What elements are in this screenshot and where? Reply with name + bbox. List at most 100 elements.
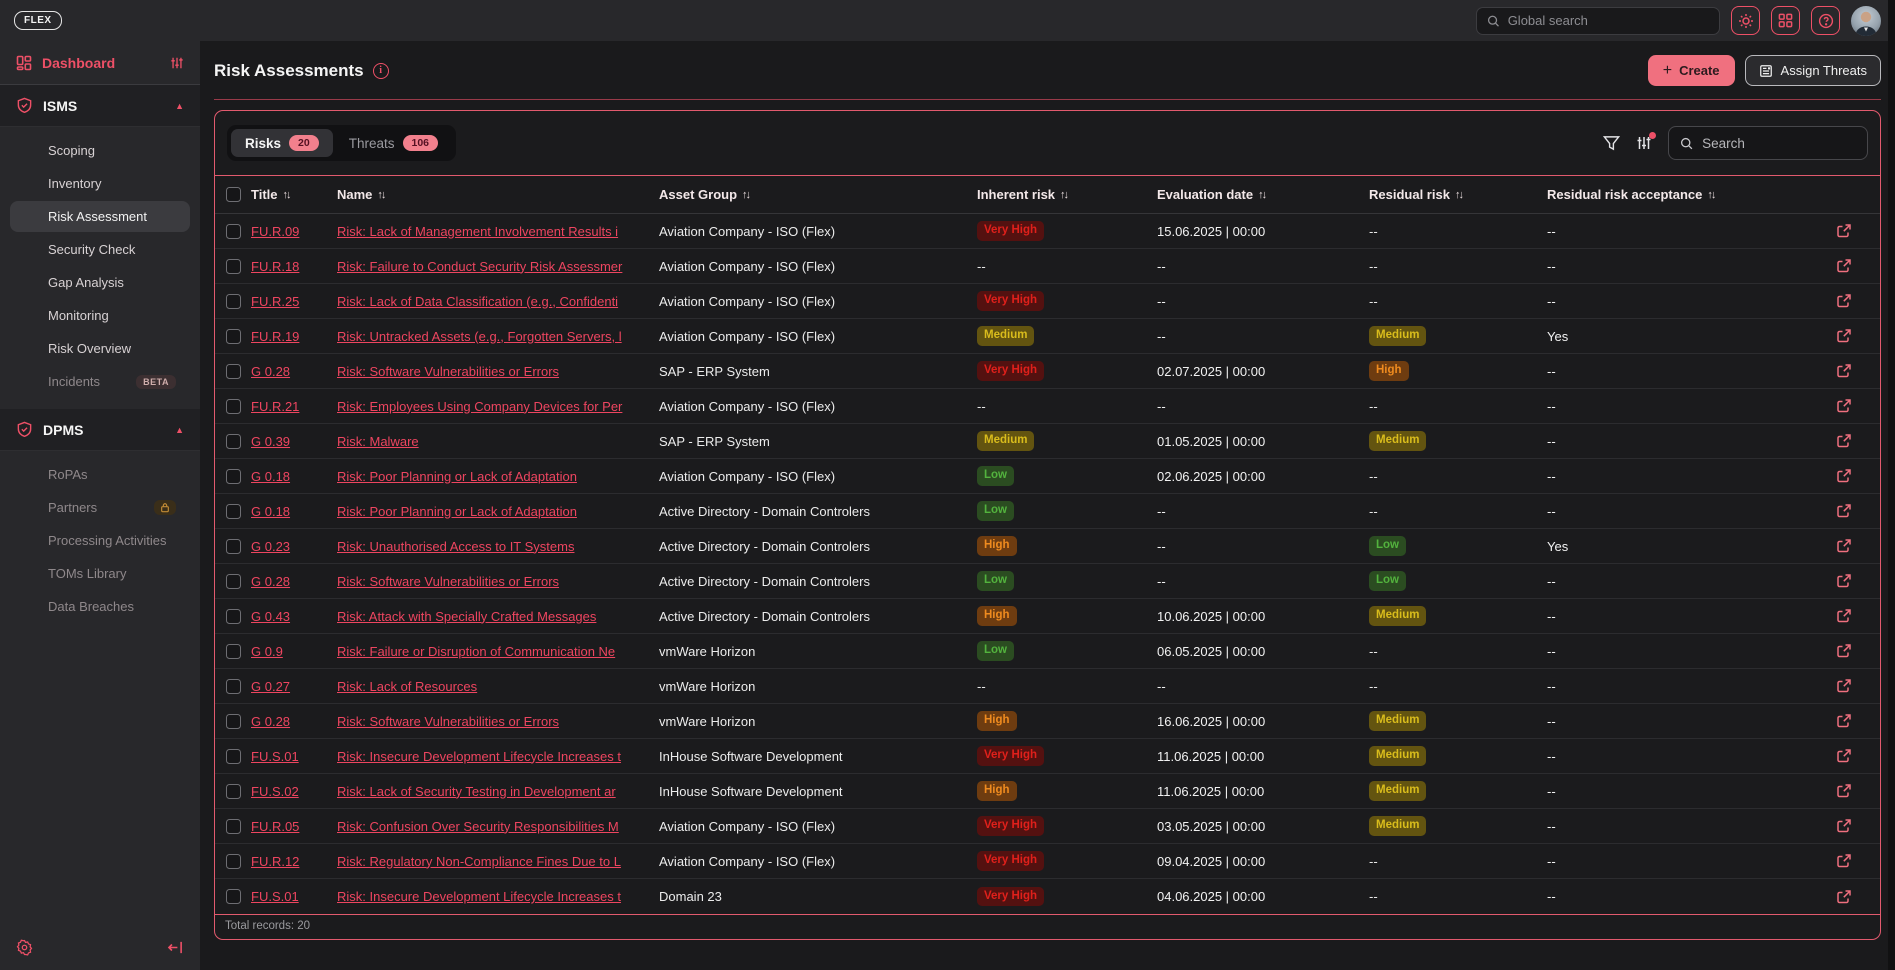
risk-title-link[interactable]: FU.R.19: [251, 329, 299, 344]
column-header-inherent-risk[interactable]: Inherent risk↑↓: [977, 187, 1157, 202]
assign-threats-button[interactable]: Assign Threats: [1745, 55, 1881, 86]
sidebar-item-ropas[interactable]: RoPAs: [0, 459, 190, 490]
row-checkbox[interactable]: [226, 504, 241, 519]
risk-name-link[interactable]: Risk: Lack of Security Testing in Develo…: [337, 784, 616, 799]
row-checkbox[interactable]: [226, 679, 241, 694]
risk-name-link[interactable]: Risk: Insecure Development Lifecycle Inc…: [337, 889, 621, 904]
table-row[interactable]: FU.R.18 Risk: Failure to Conduct Security…: [215, 249, 1880, 284]
sidebar-item-incidents[interactable]: IncidentsBETA: [0, 366, 190, 397]
row-checkbox[interactable]: [226, 259, 241, 274]
risk-name-link[interactable]: Risk: Software Vulnerabilities or Errors: [337, 574, 559, 589]
risk-title-link[interactable]: G 0.18: [251, 504, 290, 519]
row-checkbox[interactable]: [226, 784, 241, 799]
global-search-input[interactable]: [1508, 13, 1709, 28]
table-row[interactable]: G 0.28 Risk: Software Vulnerabilities or …: [215, 564, 1880, 599]
table-row[interactable]: FU.S.01Risk: Insecure Development Lifecy…: [215, 739, 1880, 774]
row-checkbox[interactable]: [226, 399, 241, 414]
open-external-icon[interactable]: [1836, 818, 1852, 834]
table-row[interactable]: FU.R.25 Risk: Lack of Data Classification…: [215, 284, 1880, 319]
open-external-icon[interactable]: [1836, 293, 1852, 309]
tab-risks[interactable]: Risks20: [231, 129, 333, 157]
row-checkbox[interactable]: [226, 294, 241, 309]
open-external-icon[interactable]: [1836, 783, 1852, 799]
table-row[interactable]: G 0.18 Risk: Poor Planning or Lack of Ada…: [215, 494, 1880, 529]
open-external-icon[interactable]: [1836, 258, 1852, 274]
open-external-icon[interactable]: [1836, 538, 1852, 554]
row-checkbox[interactable]: [226, 434, 241, 449]
open-external-icon[interactable]: [1836, 853, 1852, 869]
risk-title-link[interactable]: G 0.39: [251, 434, 290, 449]
row-checkbox[interactable]: [226, 469, 241, 484]
open-external-icon[interactable]: [1836, 433, 1852, 449]
risk-title-link[interactable]: FU.R.25: [251, 294, 299, 309]
risk-name-link[interactable]: Risk: Poor Planning or Lack of Adaptatio…: [337, 504, 577, 519]
row-checkbox[interactable]: [226, 364, 241, 379]
open-external-icon[interactable]: [1836, 608, 1852, 624]
open-external-icon[interactable]: [1836, 678, 1852, 694]
sidebar-section-dpms[interactable]: DPMS▲: [0, 409, 200, 451]
column-settings-button[interactable]: [1636, 135, 1652, 151]
collapse-sidebar-button[interactable]: [167, 940, 184, 955]
row-checkbox[interactable]: [226, 224, 241, 239]
row-checkbox[interactable]: [226, 609, 241, 624]
risk-title-link[interactable]: FU.R.09: [251, 224, 299, 239]
row-checkbox[interactable]: [226, 574, 241, 589]
user-avatar[interactable]: [1851, 6, 1881, 36]
table-row[interactable]: G 0.28Risk: Software Vulnerabilities or …: [215, 354, 1880, 389]
column-header-title[interactable]: Title↑↓: [251, 187, 337, 202]
create-button[interactable]: + Create: [1648, 55, 1735, 86]
table-row[interactable]: G 0.9Risk: Failure or Disruption of Comm…: [215, 634, 1880, 669]
sidebar-item-risk-assessment[interactable]: Risk Assessment: [10, 201, 190, 232]
select-all-checkbox[interactable]: [226, 187, 241, 202]
apps-grid-button[interactable]: [1771, 6, 1800, 35]
risk-name-link[interactable]: Risk: Failure to Conduct Security Risk A…: [337, 259, 622, 274]
sidebar-item-dashboard[interactable]: Dashboard: [0, 41, 200, 85]
risk-name-link[interactable]: Risk: Lack of Data Classification (e.g.,…: [337, 294, 618, 309]
theme-toggle-button[interactable]: [1731, 6, 1760, 35]
risk-name-link[interactable]: Risk: Software Vulnerabilities or Errors: [337, 714, 559, 729]
risk-name-link[interactable]: Risk: Employees Using Company Devices fo…: [337, 399, 622, 414]
risk-title-link[interactable]: G 0.28: [251, 714, 290, 729]
risk-title-link[interactable]: FU.S.01: [251, 749, 299, 764]
table-search-input[interactable]: [1702, 136, 1856, 151]
open-external-icon[interactable]: [1836, 748, 1852, 764]
sidebar-item-monitoring[interactable]: Monitoring: [0, 300, 190, 331]
risk-title-link[interactable]: G 0.43: [251, 609, 290, 624]
filter-button[interactable]: [1603, 135, 1620, 152]
column-header-asset-group[interactable]: Asset Group↑↓: [659, 187, 977, 202]
risk-title-link[interactable]: FU.R.12: [251, 854, 299, 869]
risk-title-link[interactable]: G 0.18: [251, 469, 290, 484]
open-external-icon[interactable]: [1836, 889, 1852, 905]
risk-name-link[interactable]: Risk: Poor Planning or Lack of Adaptatio…: [337, 469, 577, 484]
row-checkbox[interactable]: [226, 819, 241, 834]
risk-title-link[interactable]: FU.R.18: [251, 259, 299, 274]
row-checkbox[interactable]: [226, 854, 241, 869]
table-row[interactable]: G 0.28 Risk: Software Vulnerabilities or …: [215, 704, 1880, 739]
risk-name-link[interactable]: Risk: Confusion Over Security Responsibi…: [337, 819, 619, 834]
table-row[interactable]: FU.S.01 Risk: Insecure Development Lifecy…: [215, 879, 1880, 914]
sidebar-item-data-breaches[interactable]: Data Breaches: [0, 591, 190, 622]
sidebar-item-toms-library[interactable]: TOMs Library: [0, 558, 190, 589]
table-row[interactable]: FU.R.12Risk: Regulatory Non-Compliance F…: [215, 844, 1880, 879]
open-external-icon[interactable]: [1836, 328, 1852, 344]
open-external-icon[interactable]: [1836, 398, 1852, 414]
risk-name-link[interactable]: Risk: Untracked Assets (e.g., Forgotten …: [337, 329, 622, 344]
open-external-icon[interactable]: [1836, 503, 1852, 519]
tab-threats[interactable]: Threats106: [335, 129, 452, 157]
risk-name-link[interactable]: Risk: Unauthorised Access to IT Systems: [337, 539, 574, 554]
open-external-icon[interactable]: [1836, 713, 1852, 729]
risk-name-link[interactable]: Risk: Malware: [337, 434, 419, 449]
help-button[interactable]: [1811, 6, 1840, 35]
risk-title-link[interactable]: G 0.23: [251, 539, 290, 554]
table-row[interactable]: G 0.43Risk: Attack with Specially Crafte…: [215, 599, 1880, 634]
column-header-evaluation-date[interactable]: Evaluation date↑↓: [1157, 187, 1369, 202]
risk-title-link[interactable]: FU.S.01: [251, 889, 299, 904]
table-row[interactable]: FU.S.02Risk: Lack of Security Testing in…: [215, 774, 1880, 809]
risk-name-link[interactable]: Risk: Lack of Management Involvement Res…: [337, 224, 618, 239]
sidebar-section-isms[interactable]: ISMS▲: [0, 85, 200, 127]
risk-title-link[interactable]: G 0.28: [251, 574, 290, 589]
column-header-residual-risk-acceptance[interactable]: Residual risk acceptance↑↓: [1547, 187, 1836, 202]
risk-title-link[interactable]: G 0.9: [251, 644, 283, 659]
row-checkbox[interactable]: [226, 329, 241, 344]
risk-title-link[interactable]: G 0.28: [251, 364, 290, 379]
